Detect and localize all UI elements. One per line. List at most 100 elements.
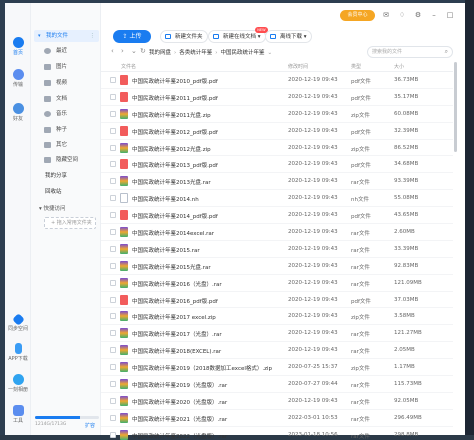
sidebar-quick-access[interactable]: ▾ 快捷访问 [39, 204, 66, 212]
rail-friends[interactable]: 好友 [5, 103, 31, 122]
row-checkbox[interactable] [110, 245, 116, 252]
gear-icon[interactable]: ⚙ [414, 11, 422, 19]
table-row[interactable]: 中国民政统计年鉴2015光盘.rar 2020-12-19 09:43 rar文件 9… [101, 258, 453, 275]
row-checkbox[interactable] [110, 262, 116, 269]
rail-sync[interactable]: 同步空间 [5, 313, 31, 332]
table-row[interactable]: 中国民政统计年鉴2016（光盘）.rar 2020-12-19 09:43 rar文… [101, 275, 453, 292]
table-row[interactable]: 中国民政统计年鉴2017（光盘）.rar 2020-12-19 09:43 rar文… [101, 325, 453, 343]
search-input[interactable]: 搜索我的文件 ⌕ [367, 46, 453, 58]
breadcrumb-item[interactable]: 各类统计年鉴 [179, 50, 212, 56]
file-name[interactable]: 中国民政统计年鉴2012_pdf版.pdf [132, 128, 218, 136]
row-checkbox[interactable] [110, 347, 116, 354]
file-name[interactable]: 中国民政统计年鉴2018(EXCEL).rar [132, 347, 221, 355]
column-header-size[interactable]: 大小 [394, 63, 404, 70]
sidebar-item-hidden-space[interactable]: 隐藏空间 [44, 155, 78, 165]
column-header-name[interactable]: 文件名 [121, 63, 136, 70]
table-row[interactable]: 中国民政统计年鉴2020（光盘版）.rar 2020-12-19 09:43 rar… [101, 393, 453, 410]
row-checkbox[interactable] [110, 296, 116, 303]
row-checkbox[interactable] [110, 212, 116, 219]
table-row[interactable]: 中国民政统计年鉴2011光盘.zip 2020-12-19 09:43 zip文件 6… [101, 106, 453, 123]
file-name[interactable]: 中国民政统计年鉴2014excel.rar [132, 229, 214, 237]
file-name[interactable]: 中国民政统计年鉴2016_pdf版.pdf [132, 297, 218, 305]
offline-download-button[interactable]: 离线下载 ▾ [265, 30, 312, 43]
file-name[interactable]: 中国民政统计年鉴2016（光盘）.rar [132, 280, 222, 288]
table-row[interactable]: 中国民政统计年鉴2022（光盘版）.rar 2023-01-18 10:56 rar… [101, 427, 453, 440]
table-row[interactable]: 中国民政统计年鉴2018(EXCEL).rar 2020-12-19 09:43 r… [101, 342, 453, 360]
sidebar-item-docs[interactable]: 文档 [44, 94, 67, 104]
file-name[interactable]: 中国民政统计年鉴2011_pdf版.pdf [132, 94, 218, 102]
row-checkbox[interactable] [110, 93, 116, 100]
table-row[interactable]: 中国民政统计年鉴2015.rar 2020-12-19 09:43 rar文件 33.… [101, 241, 453, 258]
table-row[interactable]: 中国民政统计年鉴2019（光盘版）.rar 2020-07-27 09:44 rar… [101, 376, 453, 393]
maximize-icon[interactable]: □ [446, 11, 454, 19]
row-checkbox[interactable] [110, 178, 116, 185]
table-row[interactable]: 中国民政统计年鉴2014.nh 2020-12-19 09:43 nh文件 55.08… [101, 190, 453, 208]
rail-tools[interactable]: 工具 [5, 405, 31, 424]
file-name[interactable]: 中国民政统计年鉴2015光盘.rar [132, 263, 211, 271]
refresh-icon[interactable]: ↻ [140, 47, 146, 55]
add-favorite-dropzone[interactable]: + 拖入常用文件夹 [44, 217, 96, 229]
table-row[interactable]: 中国民政统计年鉴2014_pdf版.pdf 2020-12-19 09:43 pdf… [101, 207, 453, 225]
row-checkbox[interactable] [110, 127, 116, 134]
file-name[interactable]: 中国民政统计年鉴2015.rar [132, 246, 200, 254]
table-row[interactable]: 中国民政统计年鉴2019（2018数据加工excel格式）.zip 2020-07… [101, 359, 453, 377]
file-name[interactable]: 中国民政统计年鉴2020（光盘版）.rar [132, 398, 227, 406]
rail-album[interactable]: 一刻相册 [5, 374, 31, 393]
scrollbar[interactable] [454, 62, 458, 430]
file-name[interactable]: 中国民政统计年鉴2019（2018数据加工excel格式）.zip [132, 364, 272, 372]
table-row[interactable]: 中国民政统计年鉴2010_pdf版.pdf 2020-12-19 09:43 pdf… [101, 72, 453, 89]
file-name[interactable]: 中国民政统计年鉴2017 excel.zip [132, 313, 216, 321]
sidebar-item-other[interactable]: 其它 [44, 140, 67, 150]
table-row[interactable]: 中国民政统计年鉴2014excel.rar 2020-12-19 09:43 rar… [101, 224, 453, 241]
new-folder-button[interactable]: 新建文件夹 [160, 30, 208, 43]
minimize-icon[interactable]: – [430, 11, 438, 19]
dropdown-icon[interactable]: ⌄ [131, 47, 137, 55]
shirt-icon[interactable]: ♢ [398, 11, 406, 19]
back-arrow-icon[interactable]: ‹ [111, 47, 114, 55]
table-row[interactable]: 中国民政统计年鉴2012_pdf版.pdf 2020-12-19 09:43 pdf… [101, 123, 453, 140]
file-name[interactable]: 中国民政统计年鉴2014.nh [132, 195, 199, 203]
row-checkbox[interactable] [110, 279, 116, 286]
table-row[interactable]: 中国民政统计年鉴2013光盘.rar 2020-12-19 09:43 rar文件 9… [101, 173, 453, 191]
table-row[interactable]: 中国民政统计年鉴2021（光盘版）.rar 2022-03-01 10:53 rar… [101, 410, 453, 427]
row-checkbox[interactable] [110, 161, 116, 168]
expand-storage-link[interactable]: 扩容 [85, 422, 95, 429]
file-name[interactable]: 中国民政统计年鉴2012光盘.zip [132, 145, 211, 153]
file-name[interactable]: 中国民政统计年鉴2011光盘.zip [132, 111, 211, 119]
sidebar-my-files[interactable]: ▾ 我的文件 ⋮ [34, 30, 99, 42]
scrollbar-thumb[interactable] [454, 62, 457, 152]
file-name[interactable]: 中国民政统计年鉴2019（光盘版）.rar [132, 381, 227, 389]
breadcrumb-item[interactable]: 我的网盘 [149, 50, 171, 56]
sidebar-my-share[interactable]: 我的分享 [45, 171, 67, 179]
row-checkbox[interactable] [110, 110, 116, 117]
file-name[interactable]: 中国民政统计年鉴2021（光盘版）.rar [132, 415, 227, 423]
sidebar-item-videos[interactable]: 视频 [44, 78, 67, 88]
mail-icon[interactable]: ✉ [382, 11, 390, 19]
row-checkbox[interactable] [110, 397, 116, 404]
rail-home[interactable]: 首页 [5, 37, 31, 56]
file-name[interactable]: 中国民政统计年鉴2013_pdf版.pdf [132, 161, 218, 169]
forward-arrow-icon[interactable]: › [121, 47, 124, 55]
search-icon[interactable]: ⌕ [445, 47, 448, 57]
sidebar-item-seeds[interactable]: 种子 [44, 125, 67, 135]
row-checkbox[interactable] [110, 77, 116, 83]
file-name[interactable]: 中国民政统计年鉴2014_pdf版.pdf [132, 212, 218, 220]
file-name[interactable]: 中国民政统计年鉴2022（光盘版）.rar [132, 432, 227, 440]
breadcrumb-dropdown-icon[interactable]: ⌄ [267, 50, 272, 56]
member-center-button[interactable]: 会员中心 [340, 10, 375, 21]
table-row[interactable]: 中国民政统计年鉴2012光盘.zip 2020-12-19 09:43 zip文件 8… [101, 140, 453, 157]
table-row[interactable]: 中国民政统计年鉴2017 excel.zip 2020-12-19 09:43 zi… [101, 308, 453, 326]
rail-app-download[interactable]: APP下载 [5, 343, 31, 362]
file-name[interactable]: 中国民政统计年鉴2017（光盘）.rar [132, 330, 222, 338]
row-checkbox[interactable] [110, 195, 116, 202]
row-checkbox[interactable] [110, 313, 116, 320]
row-checkbox[interactable] [110, 431, 116, 438]
column-header-type[interactable]: 类型 [351, 63, 361, 70]
sidebar-item-images[interactable]: 图片 [44, 62, 67, 72]
new-online-doc-button[interactable]: 新建在线文档 ▾ NEW [208, 27, 268, 43]
table-row[interactable]: 中国民政统计年鉴2011_pdf版.pdf 2020-12-19 09:43 pdf… [101, 89, 453, 106]
table-row[interactable]: 中国民政统计年鉴2013_pdf版.pdf 2020-12-19 09:43 pdf… [101, 156, 453, 174]
more-icon[interactable]: ⋮ [90, 30, 96, 42]
sidebar-item-recent[interactable]: 最近 [44, 46, 67, 56]
row-checkbox[interactable] [110, 364, 116, 371]
